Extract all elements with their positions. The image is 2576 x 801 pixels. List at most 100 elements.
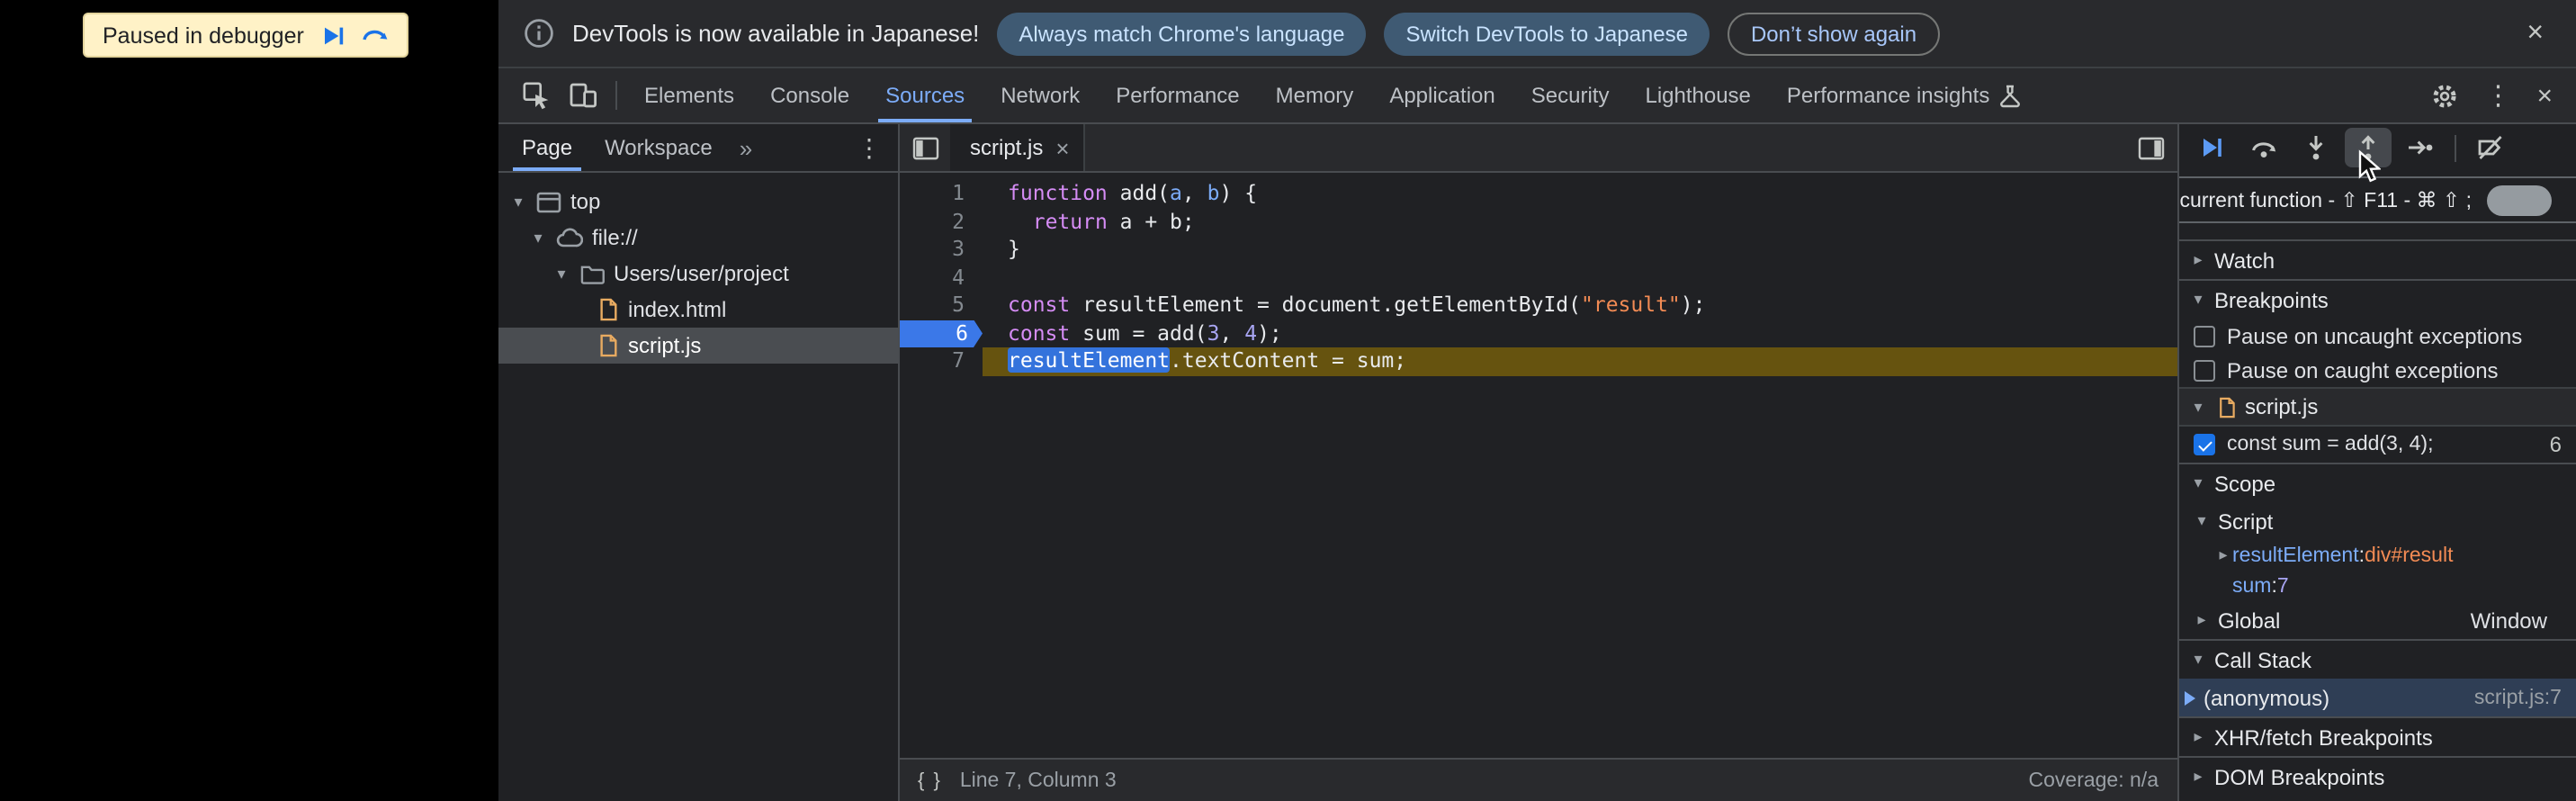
tab-console[interactable]: Console <box>752 68 867 122</box>
scope-section-header[interactable]: ▾ Scope <box>2178 463 2576 502</box>
more-tabs-icon[interactable]: » <box>729 124 763 171</box>
chevron-down-icon: ▾ <box>2189 473 2207 493</box>
device-toolbar-icon[interactable] <box>560 68 606 122</box>
tab-sources[interactable]: Sources <box>867 68 983 122</box>
tab-elements[interactable]: Elements <box>626 68 752 122</box>
code-token: 4 <box>1244 320 1257 345</box>
toggle-navigator-icon[interactable] <box>900 124 950 171</box>
tree-item-script-js[interactable]: script.js <box>498 328 898 364</box>
dont-show-again-button[interactable]: Don’t show again <box>1728 12 1940 55</box>
screen: Paused in debugger DevTools is now avail… <box>0 0 2576 801</box>
line-number[interactable]: 3 <box>900 236 983 264</box>
pause-uncaught-checkbox[interactable] <box>2193 325 2214 346</box>
chevron-down-icon: ▾ <box>2189 290 2207 310</box>
tab-network[interactable]: Network <box>983 68 1098 122</box>
code-token: ); <box>1257 320 1282 345</box>
call-stack-frame[interactable]: (anonymous) script.js:7 <box>2178 679 2576 716</box>
step-over-banner-button[interactable] <box>362 23 389 47</box>
line-number[interactable]: 6 <box>900 320 983 347</box>
code-token: a + b; <box>1108 208 1195 233</box>
code-token: "result" <box>1581 292 1681 317</box>
line-number[interactable]: 4 <box>900 264 983 292</box>
code-lines: function add(a, b) { return a + b;} const… <box>983 180 2177 758</box>
navigator-tab-workspace[interactable]: Workspace <box>588 124 729 171</box>
tree-item-top[interactable]: ▾ top <box>498 184 898 220</box>
toggle-debugger-sidebar-icon[interactable] <box>2126 124 2177 171</box>
toolbar-separator <box>615 81 617 110</box>
file-icon <box>597 333 619 358</box>
section-title: Breakpoints <box>2214 287 2329 312</box>
chevron-down-icon: ▾ <box>509 192 527 212</box>
always-match-language-button[interactable]: Always match Chrome's language <box>997 12 1366 55</box>
scope-var-resultelement[interactable]: ▸ resultElement: div#result <box>2178 540 2576 571</box>
line-number[interactable]: 2 <box>900 208 983 236</box>
scope-script-group[interactable]: ▾ Script <box>2178 502 2576 540</box>
info-icon <box>524 18 554 49</box>
watch-section-header[interactable]: ▸ Watch <box>2178 239 2576 279</box>
section-title: Watch <box>2214 248 2275 273</box>
resume-icon <box>320 22 346 48</box>
tree-item-file-protocol[interactable]: ▾ file:// <box>498 220 898 256</box>
code-token: } <box>1008 236 1020 261</box>
resume-script-button[interactable] <box>2187 128 2234 167</box>
tree-item-label: top <box>570 189 600 214</box>
code-line: function add(a, b) { <box>983 180 2177 208</box>
tree-item-index-html[interactable]: index.html <box>498 292 898 328</box>
code-token: ) { <box>1220 180 1258 205</box>
step-button[interactable] <box>2396 128 2443 167</box>
breakpoint-entry[interactable]: const sum = add(3, 4); 6 <box>2178 427 2576 463</box>
editor-tab-script-js[interactable]: script.js × <box>950 124 1086 171</box>
editor-tab-strip: script.js × <box>900 124 2177 173</box>
tree-item-project-folder[interactable]: ▾ Users/user/project <box>498 256 898 292</box>
scope-group-label: Global <box>2218 608 2280 633</box>
breakpoint-file-group[interactable]: ▾ script.js <box>2178 387 2576 427</box>
chevron-down-icon: ▾ <box>2193 511 2211 531</box>
file-icon <box>597 297 619 322</box>
step-over-button[interactable] <box>2239 128 2286 167</box>
tab-security[interactable]: Security <box>1513 68 1628 122</box>
tab-performance[interactable]: Performance <box>1098 68 1257 122</box>
line-number[interactable]: 7 <box>900 347 983 375</box>
pause-caught-checkbox[interactable] <box>2193 359 2214 381</box>
line-number[interactable]: 1 <box>900 180 983 208</box>
navigator-tab-page[interactable]: Page <box>506 124 588 171</box>
code-token: a <box>1170 180 1182 205</box>
deactivate-breakpoints-button[interactable] <box>2466 128 2513 167</box>
code-token: const <box>1008 292 1070 317</box>
chevron-down-icon: ▾ <box>552 264 570 284</box>
breakpoint-checkbox[interactable] <box>2193 434 2214 455</box>
step-into-button[interactable] <box>2292 128 2338 167</box>
chevron-right-icon: ▸ <box>2189 767 2207 787</box>
devtools-menu-icon[interactable]: ⋮ <box>2475 79 2520 112</box>
xhr-breakpoints-section-header[interactable]: ▸ XHR/fetch Breakpoints <box>2178 716 2576 756</box>
breakpoints-section-header[interactable]: ▾ Breakpoints <box>2178 279 2576 319</box>
tree-item-label: index.html <box>628 297 726 322</box>
code-line: const resultElement = document.getElemen… <box>983 292 2177 320</box>
tab-application[interactable]: Application <box>1371 68 1512 122</box>
call-stack-section-header[interactable]: ▾ Call Stack <box>2178 639 2576 679</box>
scope-var-value: div#result <box>2365 544 2453 566</box>
pause-uncaught-row: Pause on uncaught exceptions <box>2178 319 2576 353</box>
navigator-menu-icon[interactable]: ⋮ <box>840 124 898 171</box>
line-number[interactable]: 5 <box>900 292 983 320</box>
tab-performance-insights[interactable]: Performance insights <box>1769 68 2038 122</box>
tab-close-icon[interactable]: × <box>1055 136 1069 159</box>
pretty-print-icon[interactable]: { } <box>918 770 942 791</box>
devtools-close-icon[interactable]: × <box>2527 80 2562 111</box>
resume-script-banner-button[interactable] <box>320 22 346 48</box>
code-line: return a + b; <box>983 208 2177 236</box>
switch-to-japanese-button[interactable]: Switch DevTools to Japanese <box>1384 12 1710 55</box>
dom-breakpoints-section-header[interactable]: ▸ DOM Breakpoints <box>2178 756 2576 796</box>
scope-global-group[interactable]: ▸ Global Window <box>2178 601 2576 639</box>
tab-memory[interactable]: Memory <box>1258 68 1372 122</box>
scope-global-value: Window <box>2471 608 2562 633</box>
notice-close-icon[interactable]: × <box>2519 15 2551 51</box>
settings-gear-icon[interactable] <box>2421 82 2468 109</box>
active-frame-marker-icon <box>2184 690 2195 705</box>
tree-item-label: file:// <box>592 225 638 250</box>
step-over-icon <box>362 23 389 47</box>
code-token: , <box>1182 180 1207 205</box>
devtools-window: DevTools is now available in Japanese! A… <box>498 0 2576 801</box>
inspect-icon[interactable] <box>513 68 560 122</box>
tab-lighthouse[interactable]: Lighthouse <box>1627 68 1768 122</box>
